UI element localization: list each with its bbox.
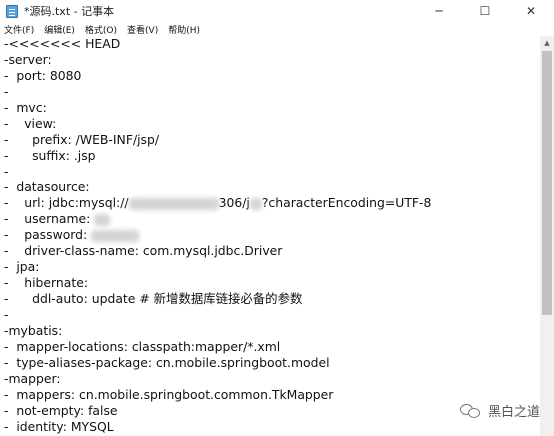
editor-line: - view: [4, 115, 57, 131]
redacted-blur [91, 229, 140, 242]
editor-line: - username: [4, 211, 431, 227]
editor-line: - hibernate: [4, 275, 88, 291]
editor-line: -mapper: [4, 370, 61, 386]
window-controls: ─ ☐ ✕ [416, 0, 554, 22]
editor-line: - password: [4, 227, 431, 243]
menu-help[interactable]: 帮助(H) [163, 23, 205, 36]
editor-line: - jpa: [4, 259, 40, 275]
editor-line: - [4, 163, 9, 179]
menu-view[interactable]: 查看(V) [122, 23, 163, 36]
editor-line: - not-empty: false [4, 402, 118, 418]
text-editor[interactable]: -<<<<<<< HEAD -server: - port: 8080- - mvc:… [0, 36, 540, 436]
editor-line: - identity: MYSQL [4, 418, 114, 434]
title-bar: *源码.txt - 记事本 ─ ☐ ✕ [0, 0, 554, 22]
window-title: *源码.txt - 记事本 [24, 5, 115, 18]
menu-bar: 文件(F) 编辑(E) 格式(O) 查看(V) 帮助(H) [0, 22, 554, 37]
minimize-button[interactable]: ─ [416, 0, 462, 22]
editor-line: - mappers: cn.mobile.springboot.common.T… [4, 386, 334, 402]
vertical-scrollbar[interactable]: ▲ [540, 36, 554, 436]
editor-line: -<<<<<<< HEAD [4, 36, 121, 51]
editor-lines: -<<<<<<< HEAD -server: - port: 8080- - mvc:… [4, 36, 431, 434]
editor-line: -server: [4, 51, 52, 67]
redacted-blur [128, 197, 219, 210]
editor-line: -mybatis: [4, 322, 63, 338]
editor-line: - ddl-auto: update # 新增数据库链接必备的参数 [4, 291, 303, 306]
line-text: 306/j [218, 195, 250, 211]
editor-line: - url: jdbc:mysql:// 306/j ?characterEncod… [4, 195, 431, 211]
editor-line: - type-aliases-package: cn.mobile.spring… [4, 354, 330, 370]
editor-line: - mapper-locations: classpath:mapper/*.x… [4, 338, 281, 354]
watermark-text: 黑白之道 [487, 405, 540, 420]
notepad-icon [6, 4, 18, 18]
editor-line: - mvc: [4, 99, 47, 115]
redacted-blur [94, 213, 111, 226]
line-text: - url: jdbc:mysql:// [4, 195, 129, 211]
line-text: - password: [4, 227, 92, 243]
wechat-icon [459, 402, 482, 420]
scroll-up-icon[interactable]: ▲ [540, 36, 554, 50]
menu-edit[interactable]: 编辑(E) [39, 23, 80, 36]
editor-line: - suffix: .jsp [4, 147, 96, 163]
line-text: - username: [4, 211, 95, 227]
close-button[interactable]: ✕ [508, 0, 554, 22]
editor-line: - port: 8080 [4, 67, 82, 83]
editor-line: - driver-class-name: com.mysql.jdbc.Driv… [4, 243, 283, 259]
line-text: ?characterEncoding=UTF-8 [261, 195, 432, 211]
scroll-thumb[interactable] [542, 51, 552, 315]
editor-line: - datasource: [4, 179, 90, 195]
maximize-button[interactable]: ☐ [462, 0, 508, 22]
redacted-blur [249, 197, 262, 210]
editor-line: - prefix: /WEB-INF/jsp/ [4, 131, 160, 147]
menu-file[interactable]: 文件(F) [0, 23, 39, 36]
editor-line: - [4, 83, 9, 99]
watermark: 黑白之道 [459, 401, 540, 420]
editor-line: - [4, 306, 9, 322]
menu-format[interactable]: 格式(O) [80, 23, 122, 36]
